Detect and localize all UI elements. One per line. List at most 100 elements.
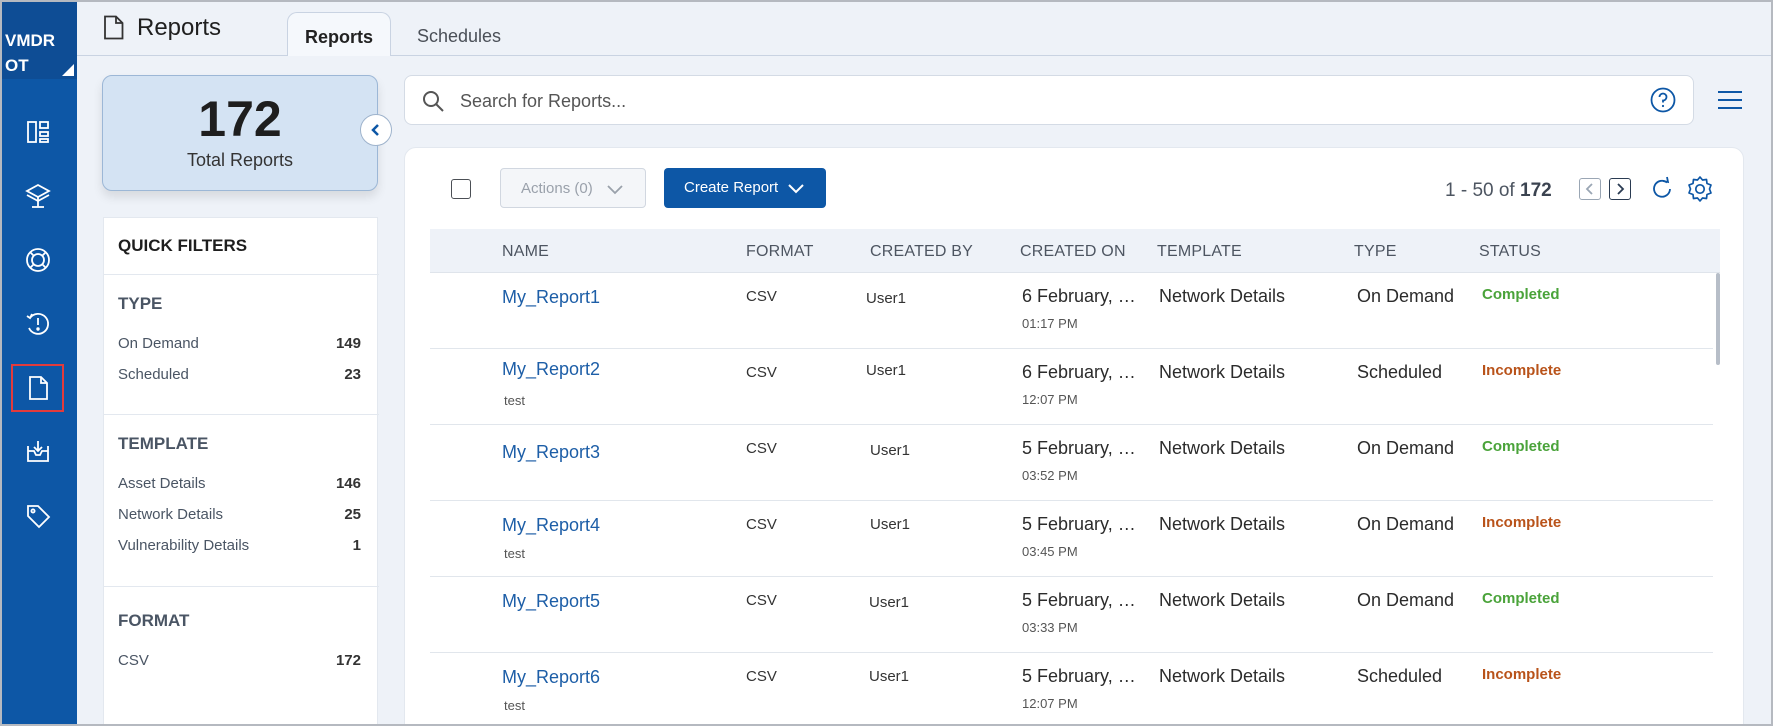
report-created-time: 03:52 PM: [1022, 468, 1078, 483]
left-nav: VMDR OT: [0, 0, 77, 726]
select-all-checkbox[interactable]: [451, 179, 471, 199]
page-title: Reports: [137, 14, 222, 41]
table-row[interactable]: My_Report2 test CSV User1 6 February, 20…: [430, 349, 1713, 425]
divider: [104, 414, 379, 415]
report-format: CSV: [746, 668, 777, 685]
report-format: CSV: [746, 516, 777, 533]
previous-page-button[interactable]: [1579, 178, 1601, 200]
table-row[interactable]: My_Report3 CSV User1 5 February, 2024 03…: [430, 425, 1713, 501]
pagination-info: 1 - 50 of 172: [1445, 180, 1552, 202]
table-row[interactable]: My_Report6 test CSV User1 5 February, 20…: [430, 653, 1713, 726]
report-created-time: 01:17 PM: [1022, 316, 1078, 331]
vulnerabilities-icon: [25, 248, 50, 272]
filter-count: 23: [344, 366, 361, 383]
pagination-total: 172: [1520, 180, 1552, 201]
filter-template-network-details[interactable]: Network Details 25: [118, 506, 361, 523]
report-created-time: 03:33 PM: [1022, 620, 1078, 635]
app-switcher[interactable]: VMDR OT: [0, 0, 77, 79]
report-template: Network Details: [1159, 590, 1286, 610]
report-created-by: User1: [869, 594, 910, 611]
nav-alerts[interactable]: [11, 300, 64, 348]
column-header-template[interactable]: TEMPLATE: [1157, 243, 1242, 261]
report-name-link[interactable]: My_Report5: [502, 591, 600, 612]
filter-count: 149: [335, 335, 361, 352]
report-created-by: User1: [866, 362, 907, 379]
report-format: CSV: [746, 364, 777, 381]
nav-downloads[interactable]: [11, 428, 64, 476]
report-name-link[interactable]: My_Report6: [502, 667, 600, 688]
report-format: CSV: [746, 288, 777, 305]
nav-vulnerabilities[interactable]: [11, 236, 64, 284]
filter-group-format: FORMAT: [118, 611, 190, 630]
inventory-icon: [24, 183, 51, 208]
report-type: On Demand: [1357, 286, 1455, 306]
chevron-left-icon: [371, 124, 379, 136]
report-created-by: User1: [866, 290, 907, 307]
chevron-down-icon: [788, 184, 804, 194]
next-page-button[interactable]: [1609, 178, 1631, 200]
table-header: NAME FORMAT CREATED BY CREATED ON TEMPLA…: [430, 229, 1720, 273]
actions-label: Actions (0): [521, 180, 593, 197]
help-icon[interactable]: [1650, 87, 1676, 113]
report-template: Network Details: [1159, 666, 1286, 686]
tab-reports[interactable]: Reports: [287, 12, 391, 56]
filter-label: Vulnerability Details: [118, 537, 250, 554]
settings-gear-icon[interactable]: [1686, 175, 1714, 203]
app-switcher-label-1: VMDR: [5, 31, 56, 50]
menu-icon[interactable]: [1717, 88, 1743, 112]
report-description: test: [504, 698, 525, 713]
nav-inventory[interactable]: [11, 172, 64, 220]
column-header-created-by[interactable]: CREATED BY: [870, 243, 973, 261]
report-created-date: 5 February, 2024: [1022, 590, 1142, 610]
tab-schedules[interactable]: Schedules: [404, 12, 514, 56]
quick-filters-title: QUICK FILTERS: [118, 236, 248, 255]
filter-format-csv[interactable]: CSV 172: [118, 652, 361, 669]
total-reports-label: Total Reports: [186, 150, 294, 170]
report-description: test: [504, 546, 525, 561]
filter-template-vulnerability-details[interactable]: Vulnerability Details 1: [118, 537, 361, 554]
divider: [104, 274, 379, 275]
table-row[interactable]: My_Report1 CSV User1 6 February, 2024 01…: [430, 273, 1713, 349]
table-row[interactable]: My_Report5 CSV User1 5 February, 2024 03…: [430, 577, 1713, 653]
column-header-created-on[interactable]: CREATED ON: [1020, 243, 1126, 261]
actions-dropdown-button[interactable]: Actions (0): [500, 168, 646, 208]
collapse-panel-button[interactable]: [360, 114, 392, 146]
refresh-icon[interactable]: [1649, 176, 1675, 202]
column-header-name[interactable]: NAME: [502, 243, 549, 261]
report-format: CSV: [746, 592, 777, 609]
column-header-type[interactable]: TYPE: [1354, 243, 1397, 261]
filter-group-type: TYPE: [118, 294, 163, 313]
report-created-time: 12:07 PM: [1022, 696, 1078, 711]
report-name-link[interactable]: My_Report3: [502, 442, 600, 463]
filter-label: Scheduled: [118, 366, 189, 383]
column-header-status[interactable]: STATUS: [1479, 243, 1541, 261]
report-format: CSV: [746, 440, 777, 457]
quick-filters-panel: QUICK FILTERS TYPE On Demand 149 Schedul…: [103, 217, 379, 726]
nav-reports[interactable]: [11, 364, 64, 412]
report-name-link[interactable]: My_Report4: [502, 515, 600, 536]
table-row[interactable]: My_Report4 test CSV User1 5 February, 20…: [430, 501, 1713, 577]
search-input[interactable]: [460, 86, 1560, 116]
report-name-link[interactable]: My_Report2: [502, 359, 600, 380]
filter-type-scheduled[interactable]: Scheduled 23: [118, 366, 361, 383]
nav-dashboard[interactable]: [11, 108, 64, 156]
column-header-format[interactable]: FORMAT: [746, 243, 814, 261]
report-created-date: 5 February, 2024: [1022, 438, 1142, 458]
pagination-range: 1 - 50 of: [1445, 180, 1520, 201]
chevron-left-icon: [1585, 183, 1593, 195]
status-badge: Incomplete: [1482, 666, 1562, 683]
nav-tags[interactable]: [11, 492, 64, 540]
total-reports-card: 172 Total Reports: [102, 75, 378, 191]
filter-type-on-demand[interactable]: On Demand 149: [118, 335, 361, 352]
tags-icon: [26, 505, 50, 529]
report-template: Network Details: [1159, 286, 1286, 306]
create-report-button[interactable]: Create Report: [664, 168, 826, 208]
report-name-link[interactable]: My_Report1: [502, 287, 600, 308]
filter-count: 172: [335, 652, 361, 669]
report-created-by: User1: [870, 442, 911, 459]
dashboard-icon: [26, 121, 49, 143]
report-template: Network Details: [1159, 362, 1286, 382]
status-badge: Completed: [1482, 438, 1560, 455]
table-scrollbar[interactable]: [1716, 273, 1720, 365]
filter-template-asset-details[interactable]: Asset Details 146: [118, 475, 361, 492]
